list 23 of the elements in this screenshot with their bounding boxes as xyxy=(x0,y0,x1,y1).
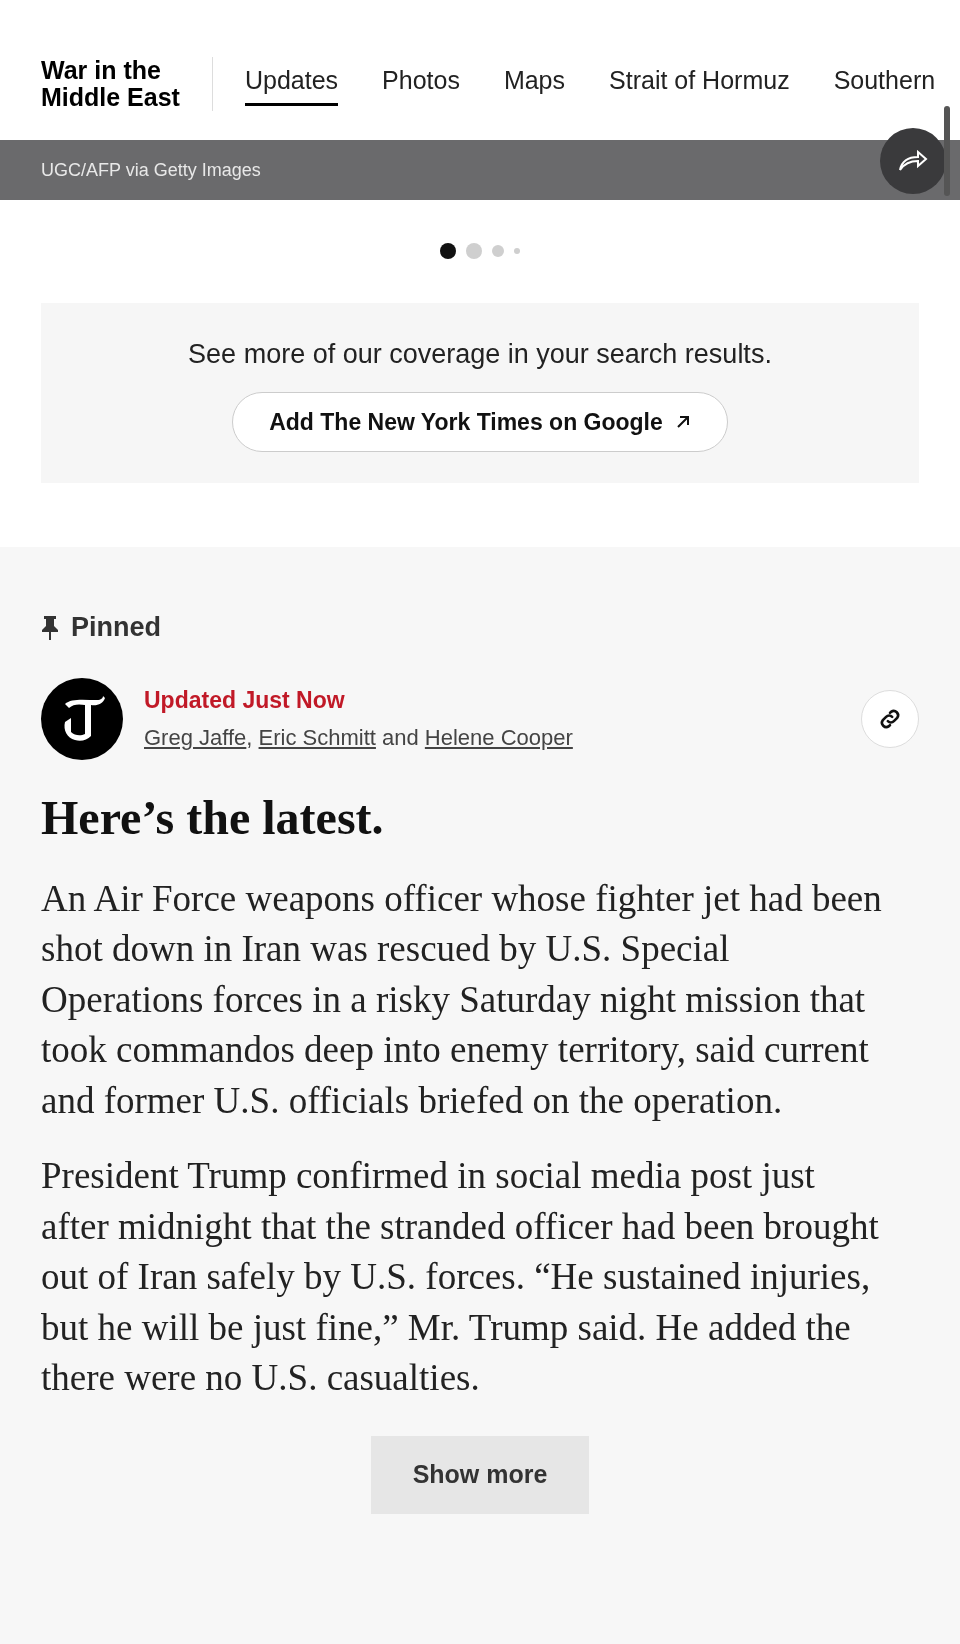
author-link[interactable]: Eric Schmitt xyxy=(258,724,376,750)
article-paragraph: An Air Force weapons officer whose fighter jet had been shot down in Iran was rescued by U.S. Special Operations forces in a risky Saturday night mission that took commandos deep into enemy territory, said current and former U.S. officials briefed on the operation. xyxy=(41,876,883,1123)
nav-tab[interactable]: Photos xyxy=(382,61,460,107)
photo-credit: UGC/AFP via Getty Images xyxy=(41,158,261,182)
article-paragraph: President Trump confirmed in social media post just after midnight that the stranded officer had been brought out of Iran safely by U.S. forces. “He sustained injuries, but he will be just fine,” Mr. Trump said. He added the there were no U.S. casualties. xyxy=(41,1154,880,1400)
headline: Here’s the latest. xyxy=(41,789,385,846)
add-google-button[interactable]: Add The New York Times on Google xyxy=(232,392,728,453)
logo-icon xyxy=(41,677,123,760)
show-more-button[interactable]: Show more xyxy=(371,1435,589,1514)
nav-tab[interactable]: Strait of Hormuz xyxy=(609,61,790,107)
nav-tab[interactable]: Southern xyxy=(833,61,936,107)
pinned-label: Pinned xyxy=(71,611,161,644)
nav-tab[interactable]: Maps xyxy=(503,61,566,107)
pin-icon xyxy=(41,614,59,641)
byline: Greg Jaffe, Eric Schmitt and Helene Cooper xyxy=(144,723,573,752)
author-link[interactable]: Helene Cooper xyxy=(424,724,573,750)
nav-tab[interactable]: Updates xyxy=(244,61,339,107)
scrollbar-thumb[interactable] xyxy=(944,106,950,196)
author-link[interactable]: Greg Jaffe xyxy=(144,724,247,750)
section-title: War in the Middle East xyxy=(41,57,213,111)
update-status: Updated Just Now xyxy=(144,686,346,716)
promo-text: See more of our coverage in your search results. xyxy=(188,337,772,371)
share-icon xyxy=(898,150,928,172)
